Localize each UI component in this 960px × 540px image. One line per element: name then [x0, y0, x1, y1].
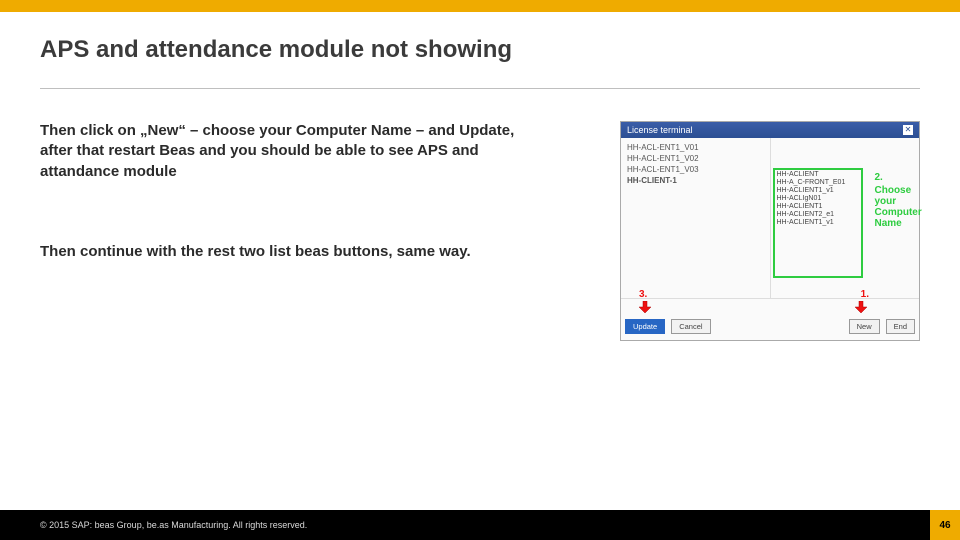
page-title: APS and attendance module not showing [40, 36, 920, 64]
close-icon[interactable]: ✕ [903, 125, 913, 135]
list-item-selected[interactable]: HH-CLIENT-1 [625, 175, 766, 186]
update-button[interactable]: Update [625, 319, 665, 334]
footer: © 2015 SAP: beas Group, be.as Manufactur… [0, 510, 960, 540]
title-wrap: APS and attendance module not showing [0, 12, 960, 76]
step-2-text: Choose your Computer Name [875, 185, 922, 229]
instruction-paragraph-2: Then continue with the rest two list bea… [40, 242, 544, 262]
end-button[interactable]: End [886, 319, 915, 334]
list-item[interactable]: HH-ACL-ENT1_V01 [625, 142, 766, 153]
list-item[interactable]: HH-ACLIgN01 [775, 194, 848, 202]
right-panel: HH-ACLIENT HH-A_C-FRONT_E01 HH-ACLIENT1_… [771, 138, 920, 298]
list-item[interactable]: HH-A_C-FRONT_E01 [775, 178, 848, 186]
text-column: Then click on „New“ – choose your Comput… [40, 121, 568, 341]
accent-bar [0, 0, 960, 12]
copyright-text: © 2015 SAP: beas Group, be.as Manufactur… [40, 520, 307, 530]
list-item[interactable]: HH-ACL-ENT1_V03 [625, 164, 766, 175]
new-button[interactable]: New [849, 319, 880, 334]
list-item[interactable]: HH-ACLIENT1_v1 [775, 218, 848, 226]
arrow-down-icon [855, 301, 867, 313]
cancel-button[interactable]: Cancel [671, 319, 710, 334]
right-list: HH-ACLIENT HH-A_C-FRONT_E01 HH-ACLIENT1_… [775, 170, 848, 226]
arrow-down-icon [639, 301, 651, 313]
step-2-label: 2. Choose your Computer Name [875, 172, 922, 229]
instruction-paragraph-1: Then click on „New“ – choose your Comput… [40, 121, 544, 182]
page-number: 46 [930, 510, 960, 540]
list-item[interactable]: HH-ACLIENT1 [775, 202, 848, 210]
slide: APS and attendance module not showing Th… [0, 0, 960, 540]
window-body: HH-ACL-ENT1_V01 HH-ACL-ENT1_V02 HH-ACL-E… [621, 138, 919, 298]
screenshot-column: License terminal ✕ HH-ACL-ENT1_V01 HH-AC… [568, 121, 920, 341]
window-button-bar: 3. 1. Update Cancel New End [621, 298, 919, 340]
left-list: HH-ACL-ENT1_V01 HH-ACL-ENT1_V02 HH-ACL-E… [621, 138, 771, 298]
list-item[interactable]: HH-ACLIENT2_e1 [775, 210, 848, 218]
license-terminal-window: License terminal ✕ HH-ACL-ENT1_V01 HH-AC… [620, 121, 920, 341]
content: Then click on „New“ – choose your Comput… [0, 89, 960, 341]
step-3-number: 3. [639, 289, 647, 300]
copyright: © 2015 SAP: beas Group, be.as Manufactur… [40, 520, 307, 530]
window-titlebar: License terminal ✕ [621, 122, 919, 138]
window-title: License terminal [627, 125, 693, 135]
step-1-number: 1. [861, 289, 869, 300]
step-2-number: 2. [875, 172, 922, 183]
list-item[interactable]: HH-ACLIENT [775, 170, 848, 178]
list-item[interactable]: HH-ACLIENT1_v1 [775, 186, 848, 194]
list-item[interactable]: HH-ACL-ENT1_V02 [625, 153, 766, 164]
